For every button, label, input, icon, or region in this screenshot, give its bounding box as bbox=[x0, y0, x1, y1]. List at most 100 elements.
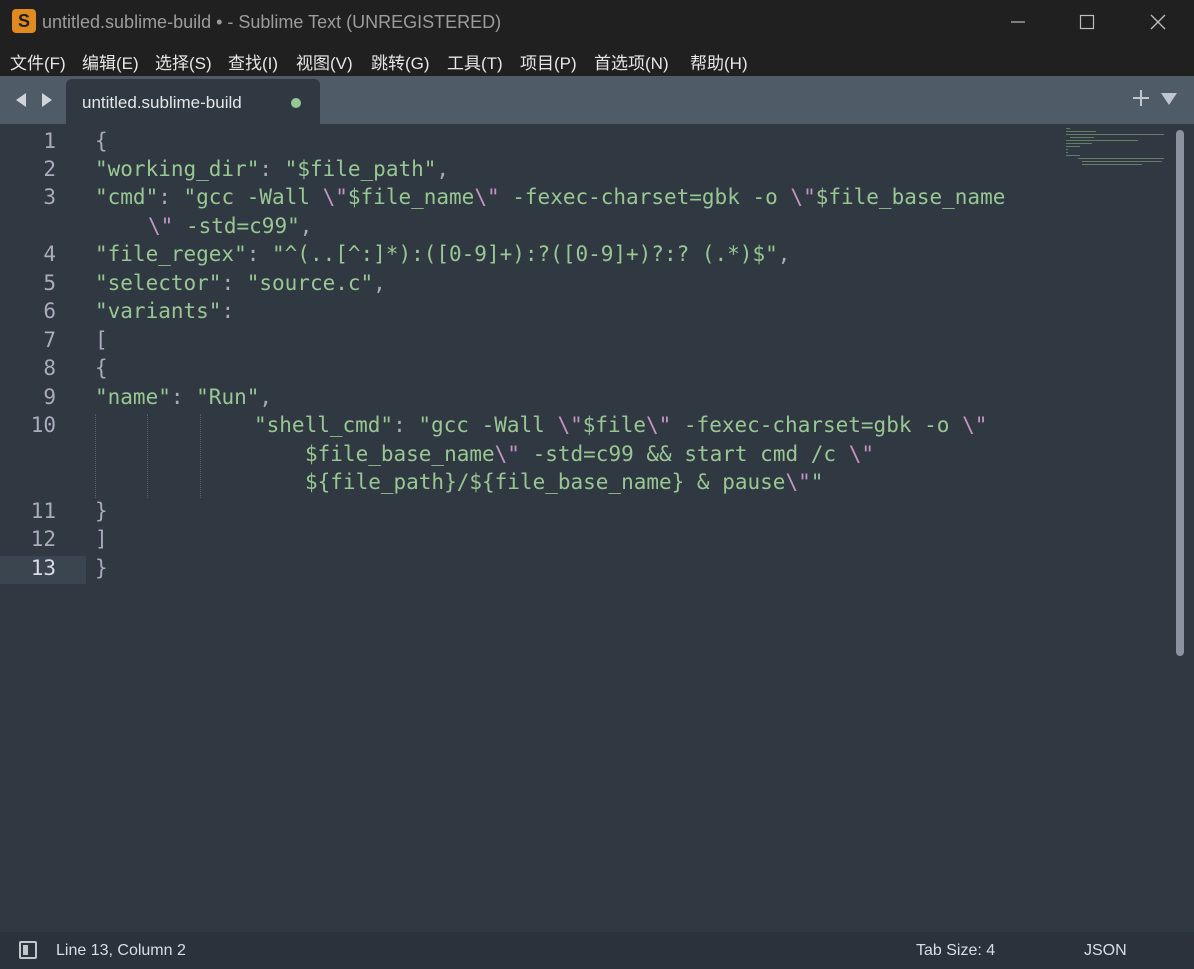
menu-preferences[interactable]: 首选项(N) bbox=[594, 49, 669, 74]
code-line-2: "working_dir": "$file_path", bbox=[95, 155, 449, 183]
close-button[interactable] bbox=[1123, 0, 1193, 44]
code-line-7: [ bbox=[95, 326, 108, 354]
brace: } bbox=[95, 499, 108, 523]
editor-area[interactable]: 1 2 3 4 5 6 7 8 9 10 11 12 13 { "working… bbox=[0, 124, 1194, 932]
json-key: "name" bbox=[95, 385, 171, 409]
menu-help[interactable]: 帮助(H) bbox=[690, 49, 748, 74]
minimap-line bbox=[1066, 149, 1068, 150]
menu-tools[interactable]: 工具(T) bbox=[447, 49, 503, 74]
punct: : bbox=[259, 157, 285, 181]
line-number: 3 bbox=[43, 185, 56, 209]
cursor-position[interactable]: Line 13, Column 2 bbox=[56, 942, 186, 960]
minimap-line bbox=[1082, 161, 1162, 162]
escape-sequence: \" bbox=[322, 185, 348, 209]
tab-nav-arrows-icon[interactable] bbox=[14, 90, 56, 110]
code-line-6: "variants": bbox=[95, 297, 234, 325]
scrollbar-thumb[interactable] bbox=[1176, 130, 1184, 656]
json-key: "cmd" bbox=[95, 185, 159, 209]
line-number: 7 bbox=[43, 328, 56, 352]
maximize-button[interactable] bbox=[1053, 0, 1123, 44]
minimap-line bbox=[1066, 131, 1096, 132]
line-number: 8 bbox=[43, 356, 56, 380]
syntax-indicator[interactable]: JSON bbox=[1084, 942, 1127, 960]
json-string: " bbox=[810, 470, 824, 494]
menu-view[interactable]: 视图(V) bbox=[296, 49, 353, 74]
window-title: untitled.sublime-build • - Sublime Text … bbox=[42, 12, 502, 32]
escape-sequence: \" bbox=[962, 413, 988, 437]
tab-list-chevron-down-icon[interactable] bbox=[1160, 92, 1178, 106]
maximize-icon bbox=[1079, 14, 1095, 30]
code-line-3: "cmd": "gcc -Wall \"$file_name\" -fexec-… bbox=[95, 183, 1005, 211]
current-line-number: 13 bbox=[30, 556, 56, 580]
code-line-3-wrap: \" -std=c99", bbox=[148, 212, 312, 240]
new-tab-plus-icon[interactable] bbox=[1132, 89, 1150, 107]
sidebar-toggle-icon[interactable] bbox=[19, 941, 37, 959]
escape-sequence: \" bbox=[474, 185, 500, 209]
escape-sequence: \" bbox=[645, 413, 672, 437]
code-line-12: ] bbox=[95, 525, 108, 553]
minimap-line bbox=[1078, 158, 1164, 159]
code-line-9: "name": "Run", bbox=[95, 383, 272, 411]
title-bar[interactable]: S untitled.sublime-build • - Sublime Tex… bbox=[0, 0, 1194, 44]
tab-label: untitled.sublime-build bbox=[82, 93, 242, 112]
punct: , bbox=[373, 271, 386, 295]
punct: : bbox=[170, 385, 197, 409]
punct: : bbox=[158, 185, 184, 209]
minimap-line bbox=[1066, 146, 1080, 147]
minimap-line bbox=[1066, 134, 1164, 135]
json-string: "$file_path" bbox=[284, 157, 437, 181]
json-key: "selector" bbox=[95, 271, 222, 295]
json-string: $file_name bbox=[347, 185, 475, 209]
menu-edit[interactable]: 编辑(E) bbox=[82, 49, 139, 74]
json-key: "shell_cmd" bbox=[254, 413, 394, 437]
menu-project[interactable]: 项目(P) bbox=[520, 49, 577, 74]
brace: } bbox=[95, 556, 108, 580]
unsaved-dot-icon[interactable] bbox=[291, 98, 301, 108]
tab-size-indicator[interactable]: Tab Size: 4 bbox=[916, 942, 995, 960]
minimap-line bbox=[1070, 137, 1094, 138]
menu-selection[interactable]: 选择(S) bbox=[155, 49, 212, 74]
line-number: 5 bbox=[43, 271, 56, 295]
escape-sequence: \" bbox=[785, 470, 811, 494]
line-number: 2 bbox=[43, 157, 56, 181]
punct: : bbox=[393, 413, 419, 437]
bracket: [ bbox=[95, 328, 108, 352]
json-string: ${file_path}/${file_base_name} & pause bbox=[305, 470, 786, 494]
code-text[interactable]: { "working_dir": "$file_path", "cmd": "g… bbox=[95, 124, 1065, 932]
json-string: "source.c" bbox=[246, 271, 374, 295]
json-string: -fexec-charset=gbk -o bbox=[671, 413, 963, 437]
minimize-button[interactable] bbox=[983, 0, 1053, 44]
escape-sequence: \" bbox=[494, 442, 520, 466]
menu-bar: 文件(F) 编辑(E) 选择(S) 查找(I) 视图(V) 跳转(G) 工具(T… bbox=[0, 44, 1194, 76]
line-number: 4 bbox=[43, 242, 56, 266]
line-number-gutter: 1 2 3 4 5 6 7 8 9 10 11 12 13 bbox=[0, 124, 86, 932]
menu-goto[interactable]: 跳转(G) bbox=[371, 49, 430, 74]
code-line-11: } bbox=[95, 497, 108, 525]
json-key: "variants" bbox=[95, 299, 222, 323]
json-string: $file bbox=[582, 413, 646, 437]
line-number: 9 bbox=[43, 385, 56, 409]
escape-sequence: \" bbox=[148, 214, 174, 238]
minimap[interactable] bbox=[1066, 128, 1176, 188]
bracket: ] bbox=[95, 527, 108, 551]
minimap-line bbox=[1066, 152, 1068, 153]
punct: , bbox=[259, 385, 273, 409]
json-string: -std=c99 && start cmd /c bbox=[519, 442, 849, 466]
escape-sequence: \" bbox=[557, 413, 583, 437]
code-line-10-wrap-1: $file_base_name\" -std=c99 && start cmd … bbox=[305, 440, 874, 468]
minimap-line bbox=[1066, 143, 1092, 144]
escape-sequence: \" bbox=[848, 442, 874, 466]
line-number: 6 bbox=[43, 299, 56, 323]
json-string: $file_base_name bbox=[305, 442, 495, 466]
tab-untitled-build[interactable]: untitled.sublime-build bbox=[66, 79, 320, 124]
json-string: "gcc -Wall bbox=[418, 413, 558, 437]
menu-file[interactable]: 文件(F) bbox=[10, 49, 66, 74]
menu-find[interactable]: 查找(I) bbox=[228, 49, 278, 74]
punct: : bbox=[221, 271, 247, 295]
code-line-13: } bbox=[95, 554, 108, 582]
brace: { bbox=[95, 129, 108, 153]
line-number: 1 bbox=[43, 129, 56, 153]
code-line-8: { bbox=[95, 354, 108, 382]
line-number: 11 bbox=[30, 499, 56, 523]
json-string: -std=c99" bbox=[173, 214, 300, 238]
